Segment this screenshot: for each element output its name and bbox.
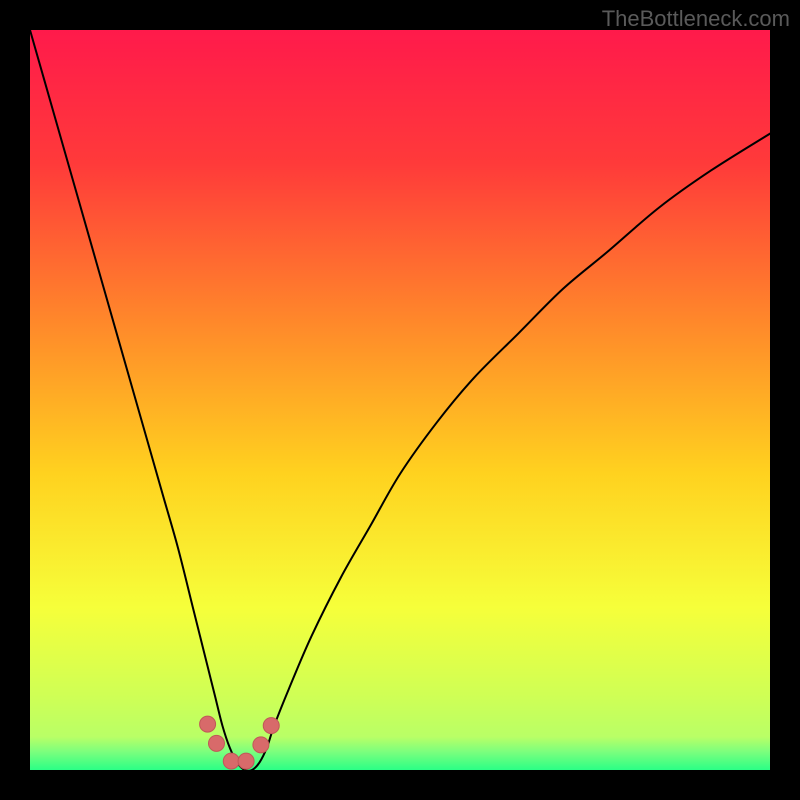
bottleneck-curve-chart: [0, 0, 800, 800]
plot-background: [30, 30, 770, 770]
curve-marker: [253, 737, 269, 753]
curve-marker: [200, 716, 216, 732]
curve-marker: [238, 753, 254, 769]
curve-marker: [223, 753, 239, 769]
curve-marker: [263, 718, 279, 734]
chart-container: TheBottleneck.com: [0, 0, 800, 800]
curve-marker: [208, 735, 224, 751]
